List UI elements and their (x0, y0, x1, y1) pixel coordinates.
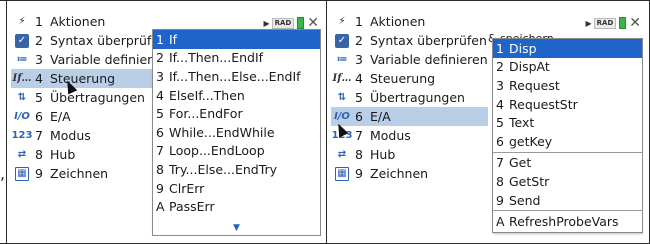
submenu-item[interactable]: 4 ElseIf...Then (153, 86, 320, 105)
menu-item-define-variables[interactable]: ≔ 3 Variable definieren (11, 50, 168, 69)
submenu-item[interactable]: 7 Loop...EndLoop (153, 142, 320, 161)
menu-item-hub[interactable]: ⇄ 8 Hub (331, 145, 488, 164)
lightning-icon: ⚡ (338, 16, 346, 27)
control-submenu: 1 If 2 If...Then...EndIf 3 If...Then...Else… (152, 29, 321, 236)
submenu-item[interactable]: 9 Send (493, 191, 642, 210)
menu-item-check-syntax[interactable]: ✓ 2 Syntax überprüfen (331, 31, 488, 50)
mode-icon: 123 (11, 130, 33, 141)
variable-icon: ≔ (336, 54, 348, 65)
menu-item-control[interactable]: If… 4 Steuerung (11, 69, 168, 88)
angle-mode-indicator: RAD (271, 17, 295, 29)
io-submenu: 1 Disp 2 DispAt 3 Request 4 RequestStr 5 Text… (492, 38, 643, 233)
check-icon: ✓ (335, 33, 349, 48)
draw-icon: ▦ (335, 166, 349, 181)
submenu-item[interactable]: 8 GetStr (493, 172, 642, 191)
close-icon[interactable]: ✕ (307, 16, 319, 30)
menu-item-actions[interactable]: ⚡ 1 Aktionen (11, 12, 168, 31)
submenu-item[interactable]: 5 Text (493, 113, 642, 132)
menu-item-mode[interactable]: 123 7 Modus (11, 126, 168, 145)
transfer-icon: ⇅ (337, 92, 347, 103)
control-icon: If… (12, 73, 32, 84)
variable-icon: ≔ (16, 54, 28, 65)
menu-item-actions[interactable]: ⚡ 1 Aktionen (331, 12, 488, 31)
calculator-screen-left: ▶ RAD ✕ ⚡ 1 Aktionen ✓ 2 Syntax überprüf… (11, 8, 321, 236)
control-icon: If… (332, 73, 352, 84)
hub-icon: ⇄ (337, 149, 347, 160)
check-icon: ✓ (15, 33, 29, 48)
status-bar: ▶ RAD ✕ (263, 16, 319, 30)
scroll-down-icon[interactable]: ▼ (153, 223, 320, 233)
menu-item-mode[interactable]: 123 7 Modus (331, 126, 488, 145)
menu-item-transfers[interactable]: ⇅ 5 Übertragungen (331, 88, 488, 107)
submenu-item[interactable]: 2 If...Then...EndIf (153, 49, 320, 68)
menu-item-transfers[interactable]: ⇅ 5 Übertragungen (11, 88, 168, 107)
hub-icon: ⇄ (17, 149, 27, 160)
separator-comma: , (0, 164, 6, 183)
submenu-item[interactable]: 4 RequestStr (493, 95, 642, 114)
program-editor-menu: ⚡ 1 Aktionen ✓ 2 Syntax überprüfen ≔ 3 V… (11, 12, 168, 183)
status-bar: ▶ RAD ✕ (585, 16, 641, 30)
menu-item-control[interactable]: If… 4 Steuerung (331, 69, 488, 88)
submenu-divider (493, 151, 642, 153)
angle-mode-indicator: RAD (593, 17, 617, 29)
submenu-item[interactable]: 1 Disp (493, 39, 642, 58)
draw-icon: ▦ (15, 166, 29, 181)
menu-item-hub[interactable]: ⇄ 8 Hub (11, 145, 168, 164)
program-editor-menu: ⚡ 1 Aktionen ✓ 2 Syntax überprüfen ≔ 3 V… (331, 12, 488, 183)
transfer-icon: ⇅ (17, 92, 27, 103)
battery-icon (297, 17, 305, 29)
submenu-item[interactable]: 7 Get (493, 154, 642, 173)
lightning-icon: ⚡ (18, 16, 26, 27)
submenu-item[interactable]: 8 Try...Else...EndTry (153, 160, 320, 179)
submenu-item[interactable]: 9 ClrErr (153, 179, 320, 198)
menu-item-io[interactable]: I/O 6 E/A (331, 107, 488, 126)
submenu-item[interactable]: 2 DispAt (493, 58, 642, 77)
submenu-item[interactable]: 3 If...Then...Else...EndIf (153, 67, 320, 86)
submenu-item[interactable]: 3 Request (493, 76, 642, 95)
submenu-divider (493, 210, 642, 212)
submenu-item[interactable]: 5 For...EndFor (153, 104, 320, 123)
io-icon: I/O (14, 111, 30, 122)
arrow-right-icon: ▶ (263, 18, 270, 28)
close-icon[interactable]: ✕ (629, 16, 641, 30)
submenu-item[interactable]: 6 getKey (493, 132, 642, 151)
menu-item-draw[interactable]: ▦ 9 Zeichnen (331, 164, 488, 183)
submenu-item[interactable]: A PassErr (153, 197, 320, 216)
battery-icon (619, 17, 627, 29)
menu-item-check-syntax[interactable]: ✓ 2 Syntax überprüfen (11, 31, 168, 50)
menu-item-io[interactable]: I/O 6 E/A (11, 107, 168, 126)
submenu-item[interactable]: 1 If (153, 30, 320, 49)
frame-divider (326, 0, 327, 244)
arrow-right-icon: ▶ (585, 18, 592, 28)
menu-item-draw[interactable]: ▦ 9 Zeichnen (11, 164, 168, 183)
submenu-item[interactable]: A RefreshProbeVars (493, 212, 642, 231)
menu-item-define-variables[interactable]: ≔ 3 Variable definieren (331, 50, 488, 69)
calculator-screen-right: ▶ RAD ✕ ⚡ 1 Aktionen ✓ 2 Syntax überprüf… (331, 8, 643, 236)
frame-divider (6, 0, 7, 244)
frame-top-border (0, 0, 650, 1)
submenu-item[interactable]: 6 While...EndWhile (153, 123, 320, 142)
